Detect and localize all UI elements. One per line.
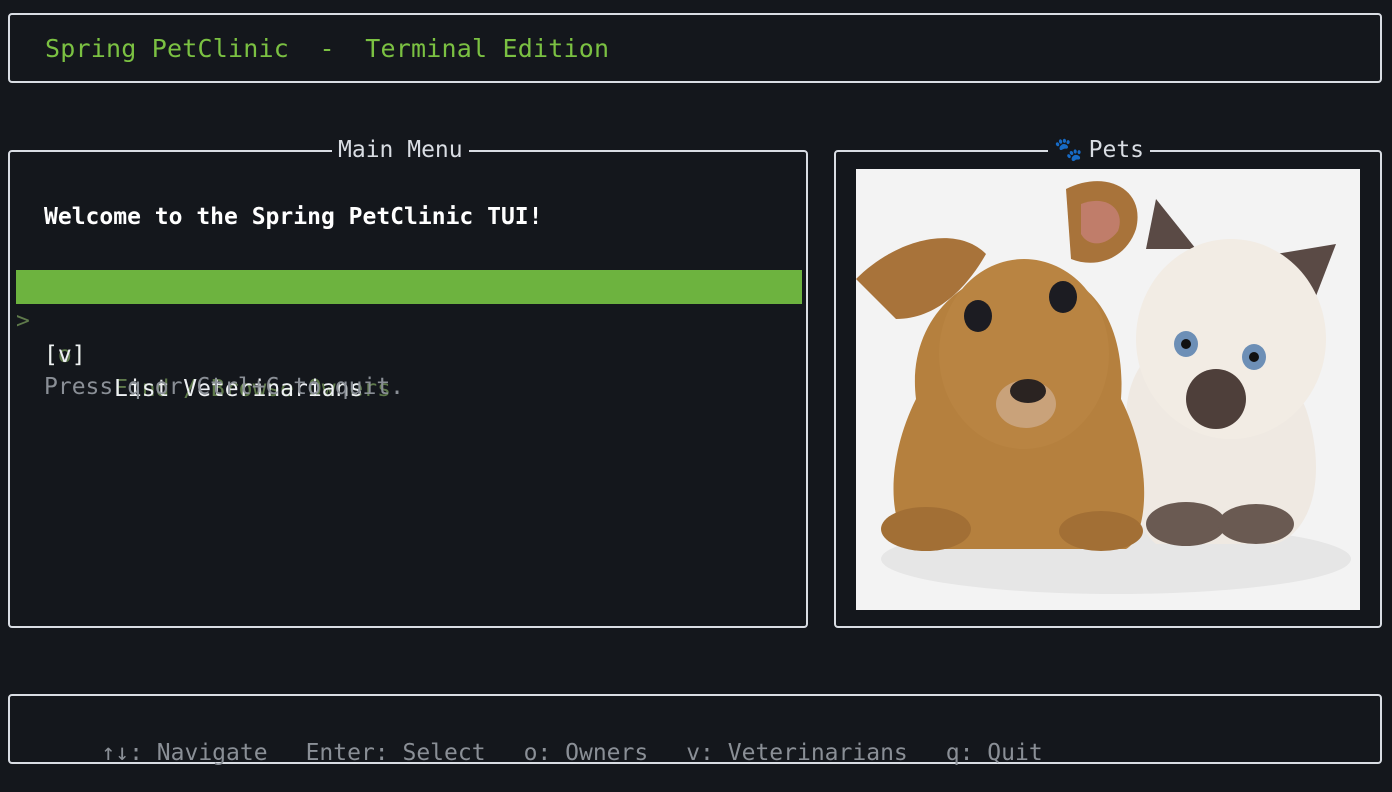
- pets-panel: 🐾 Pets: [834, 136, 1382, 628]
- pets-caption-label: Pets: [1088, 137, 1145, 163]
- hint-select: Enter: Select: [305, 740, 486, 766]
- key-hints: ↑↓: Navigate Enter: Select o: Owners v: Vet…: [46, 714, 1081, 792]
- hint-navigate: ↑↓: Navigate: [101, 740, 268, 766]
- hint-veterinarians: v: Veterinarians: [686, 740, 908, 766]
- hint-quit: q: Quit: [945, 740, 1043, 766]
- menu-item-list-veterinarians[interactable]: [v] List Veterinarians: [16, 304, 802, 402]
- key-hints-bar: ↑↓: Navigate Enter: Select o: Owners v: Vet…: [8, 694, 1382, 766]
- hint-owners: o: Owners: [523, 740, 649, 766]
- main-menu-caption: Main Menu: [332, 136, 469, 164]
- paw-icon: 🐾: [1054, 137, 1083, 163]
- main-menu-panel: Main Menu Welcome to the Spring PetClini…: [8, 136, 808, 628]
- pets-image: [856, 169, 1360, 610]
- app-header: Spring PetClinic - Terminal Edition: [8, 13, 1382, 83]
- app-title: Spring PetClinic - Terminal Edition: [45, 34, 610, 63]
- welcome-message: Welcome to the Spring PetClinic TUI!: [44, 204, 543, 230]
- menu-item-shortcut: [v]: [44, 342, 86, 368]
- quit-hint: Press q or Ctrl+C to quit.: [44, 374, 405, 400]
- pets-caption: 🐾 Pets: [1048, 136, 1151, 164]
- menu-item-find-owners[interactable]: > [o] Find / Browse Owners: [16, 270, 802, 402]
